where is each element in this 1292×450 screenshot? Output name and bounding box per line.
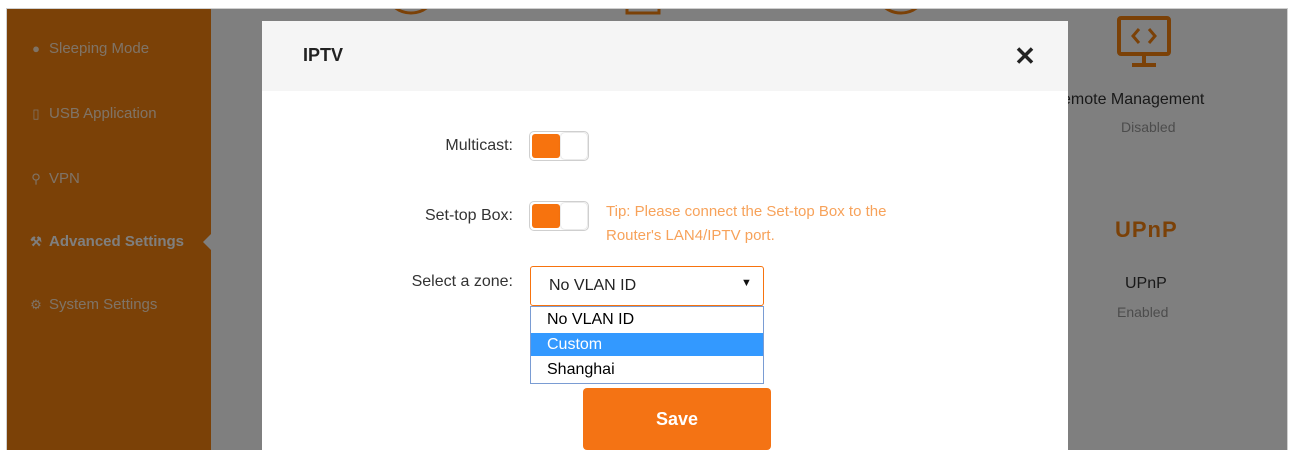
dropdown-arrow-icon: ▼ [741,277,752,289]
multicast-label: Multicast: [445,137,513,154]
toggle-on-indicator [532,134,560,158]
settop-box-toggle[interactable] [529,201,589,231]
multicast-toggle[interactable] [529,131,589,161]
iptv-dialog: IPTV ✕ Multicast: Set-top Box: Tip: Plea… [262,21,1068,450]
zone-option[interactable]: Shanghai [531,358,763,381]
router-admin-window: ●Sleeping Mode ▯USB Application ⚲VPN ⚒Ad… [6,8,1288,450]
toggle-knob [561,133,587,159]
toggle-on-indicator [532,204,560,228]
save-button[interactable]: Save [583,388,771,450]
close-icon[interactable]: ✕ [1010,41,1040,71]
tip-line: Tip: Please connect the Set-top Box to t… [606,203,887,220]
zone-options-list: No VLAN ID Custom Shanghai [530,306,764,384]
settop-box-label: Set-top Box: [424,207,513,224]
zone-select[interactable]: No VLAN ID ▼ [530,266,764,306]
zone-select-value: No VLAN ID [549,277,637,294]
zone-option[interactable]: No VLAN ID [531,308,763,331]
dialog-header: IPTV ✕ [262,21,1068,91]
zone-label: Select a zone: [411,273,513,290]
settop-tip: Tip: Please connect the Set-top Box to t… [606,200,886,248]
dialog-title: IPTV [303,45,344,65]
toggle-knob [561,203,587,229]
zone-option-highlighted[interactable]: Custom [531,333,763,356]
tip-line: Router's LAN4/IPTV port. [606,227,775,244]
